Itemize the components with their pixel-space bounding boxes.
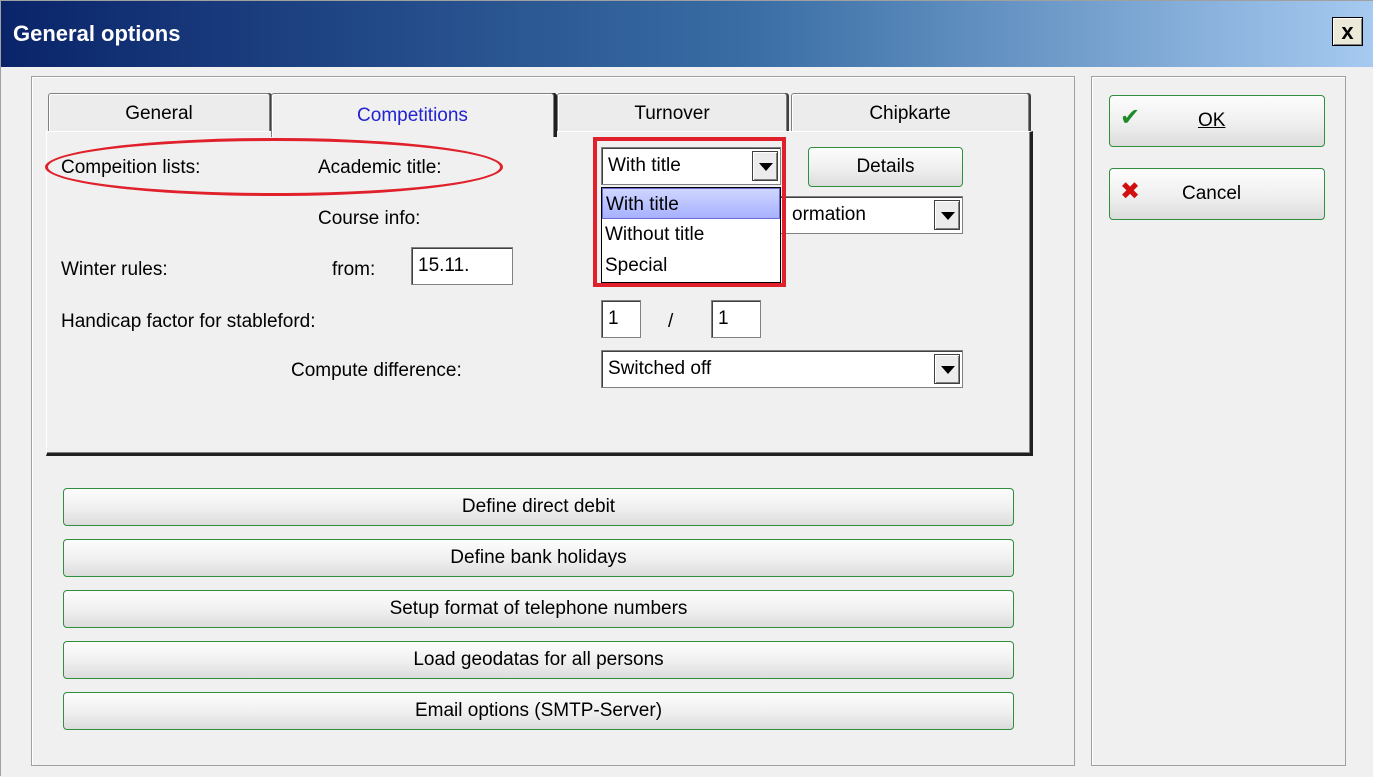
- details-button-label: Details: [856, 156, 915, 177]
- define-bank-holidays-button[interactable]: Define bank holidays: [63, 539, 1014, 577]
- compute-difference-label: Compute difference:: [291, 360, 462, 381]
- ok-button-label: OK: [1198, 110, 1226, 131]
- load-geodatas-button[interactable]: Load geodatas for all persons: [63, 641, 1014, 679]
- course-info-label: Course info:: [318, 208, 421, 229]
- dropdown-option-without-title[interactable]: Without title: [602, 219, 780, 250]
- cancel-button[interactable]: ✖ Cancel: [1109, 168, 1325, 220]
- tab-competitions[interactable]: Competitions: [271, 93, 554, 137]
- winter-rules-label: Winter rules:: [61, 259, 168, 280]
- setup-telephone-format-label: Setup format of telephone numbers: [389, 598, 688, 619]
- email-options-button[interactable]: Email options (SMTP-Server): [63, 692, 1014, 730]
- chevron-down-icon[interactable]: [934, 200, 960, 230]
- ok-button[interactable]: ✔ OK: [1109, 95, 1325, 147]
- academic-title-value: With title: [608, 155, 681, 176]
- competition-lists-label: Compeition lists:: [61, 157, 201, 178]
- chevron-down-icon[interactable]: [934, 354, 960, 384]
- handicap-factor-input-2[interactable]: 1: [711, 300, 761, 338]
- academic-title-dropdown-list: With title Without title Special: [601, 187, 781, 283]
- window-title: General options: [13, 21, 181, 46]
- cancel-button-label: Cancel: [1182, 183, 1242, 204]
- dropdown-option-with-title[interactable]: With title: [602, 188, 780, 219]
- details-button[interactable]: Details: [808, 147, 963, 187]
- checkmark-icon: ✔: [1120, 104, 1141, 131]
- handicap-factor-label: Handicap factor for stableford:: [61, 311, 316, 332]
- dropdown-option-special[interactable]: Special: [602, 250, 780, 281]
- handicap-separator: /: [668, 311, 674, 332]
- compute-difference-combo[interactable]: Switched off: [601, 350, 963, 388]
- from-label: from:: [332, 259, 376, 280]
- title-bar: General options x: [1, 1, 1373, 67]
- cross-icon: ✖: [1120, 178, 1141, 205]
- tab-chipkarte[interactable]: Chipkarte: [791, 93, 1029, 133]
- define-direct-debit-button[interactable]: Define direct debit: [63, 488, 1014, 526]
- load-geodatas-label: Load geodatas for all persons: [413, 649, 664, 670]
- chevron-down-icon[interactable]: [752, 151, 778, 181]
- close-button[interactable]: x: [1332, 17, 1363, 46]
- academic-title-label: Academic title:: [318, 157, 442, 178]
- tab-turnover[interactable]: Turnover: [557, 93, 787, 133]
- handicap-factor-input-1[interactable]: 1: [601, 300, 641, 338]
- academic-title-combo[interactable]: With title: [601, 147, 781, 185]
- compute-difference-value: Switched off: [608, 358, 712, 379]
- define-bank-holidays-label: Define bank holidays: [450, 547, 627, 568]
- from-date-input[interactable]: 15.11.: [411, 247, 513, 285]
- setup-telephone-format-button[interactable]: Setup format of telephone numbers: [63, 590, 1014, 628]
- define-direct-debit-label: Define direct debit: [461, 496, 616, 517]
- course-info-value: ormation: [792, 204, 866, 225]
- general-options-dialog: General options x General Competitions T…: [0, 0, 1373, 777]
- email-options-label: Email options (SMTP-Server): [414, 700, 663, 721]
- tab-general[interactable]: General: [48, 93, 270, 133]
